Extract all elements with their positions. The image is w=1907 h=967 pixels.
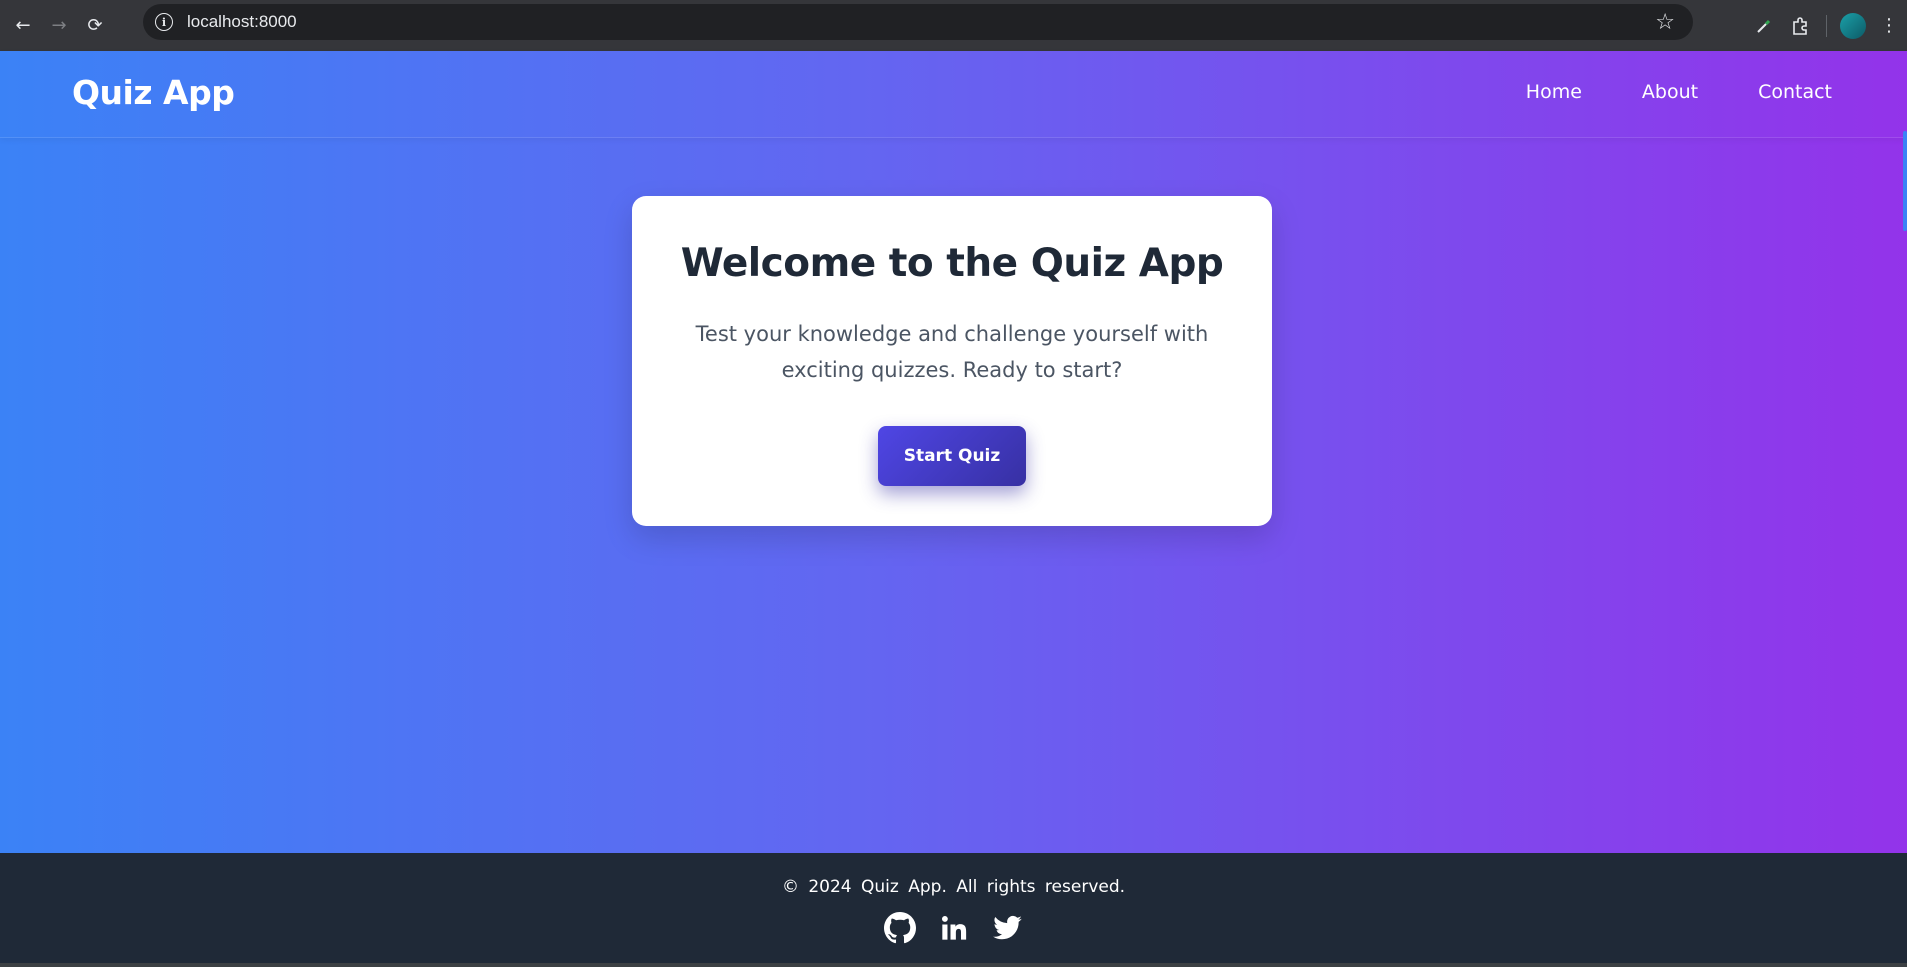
more-menu-icon[interactable]: ⋮ (1871, 8, 1907, 44)
brand-logo[interactable]: Quiz App (72, 73, 235, 112)
window-bottom-edge (0, 963, 1907, 967)
github-icon[interactable] (883, 911, 917, 945)
site-header: Quiz App Home About Contact (0, 51, 1907, 138)
welcome-card: Welcome to the Quiz App Test your knowle… (632, 196, 1272, 526)
social-links (0, 911, 1907, 945)
site-footer: © 2024 Quiz App. All rights reserved. (0, 853, 1907, 963)
nav-contact[interactable]: Contact (1758, 81, 1832, 103)
twitter-icon[interactable] (991, 911, 1025, 945)
forward-icon[interactable]: → (46, 13, 72, 39)
bookmark-star-icon[interactable]: ☆ (1655, 10, 1675, 35)
page-background: Quiz App Home About Contact Welcome to t… (0, 51, 1907, 853)
start-quiz-button[interactable]: Start Quiz (878, 426, 1026, 486)
welcome-title: Welcome to the Quiz App (680, 241, 1224, 286)
welcome-description: Test your knowledge and challenge yourse… (695, 322, 1209, 382)
copyright-text: © 2024 Quiz App. All rights reserved. (781, 877, 1126, 897)
toolbar-right: ⋮ (1746, 0, 1907, 51)
url-text[interactable]: localhost:8000 (187, 12, 297, 32)
linkedin-icon[interactable] (937, 911, 971, 945)
nav-about[interactable]: About (1642, 81, 1698, 103)
reload-icon[interactable]: ⟳ (82, 13, 108, 39)
scrollbar-thumb[interactable] (1903, 131, 1907, 231)
nav-home[interactable]: Home (1526, 81, 1582, 103)
address-bar[interactable]: i localhost:8000 ☆ (143, 4, 1693, 40)
eyedropper-icon[interactable] (1746, 8, 1782, 44)
main-nav: Home About Contact (1526, 81, 1832, 103)
profile-avatar[interactable] (1835, 8, 1871, 44)
extensions-icon[interactable] (1782, 8, 1818, 44)
back-icon[interactable]: ← (10, 13, 36, 39)
browser-toolbar: ← → ⟳ i localhost:8000 ☆ ⋮ (0, 0, 1907, 51)
toolbar-divider (1826, 14, 1827, 37)
site-info-icon[interactable]: i (155, 13, 173, 31)
